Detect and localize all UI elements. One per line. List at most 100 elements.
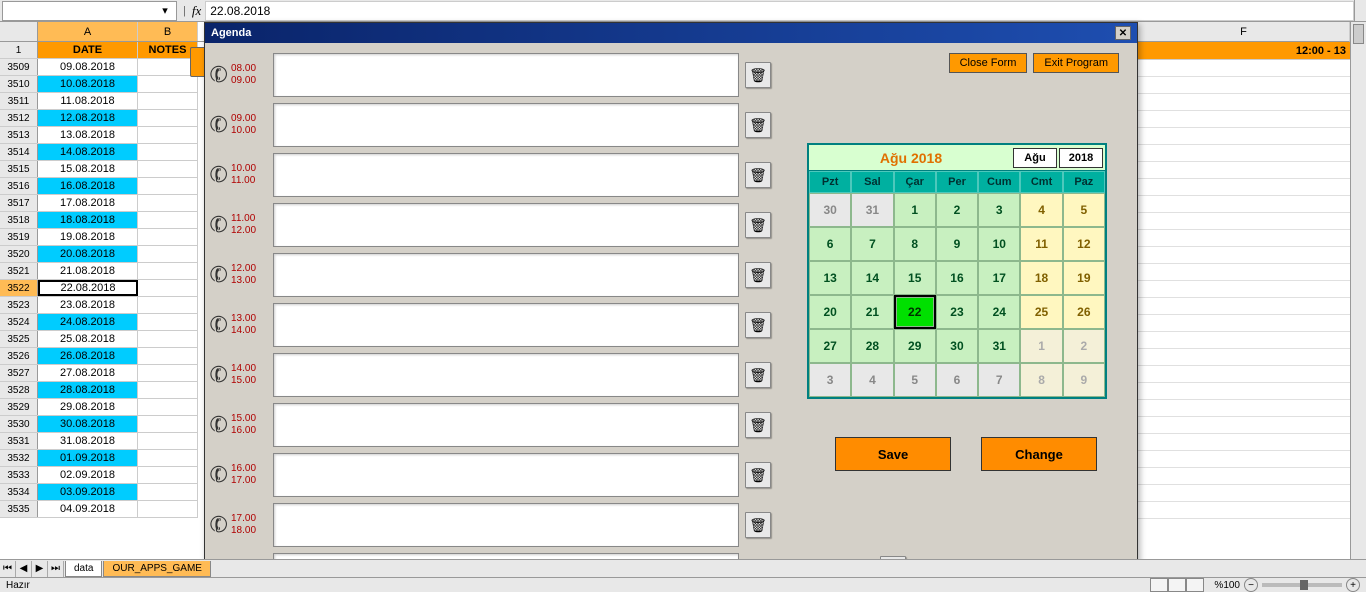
row-header[interactable]: 3527 bbox=[0, 365, 38, 381]
date-cell[interactable]: 16.08.2018 bbox=[38, 178, 138, 194]
row-header[interactable]: 3520 bbox=[0, 246, 38, 262]
notes-cell[interactable] bbox=[138, 484, 198, 500]
calendar-day[interactable]: 26 bbox=[1063, 295, 1105, 329]
slot-input[interactable] bbox=[273, 453, 739, 497]
tab-nav-first-icon[interactable]: ⏮ bbox=[0, 561, 16, 577]
change-button[interactable]: Change bbox=[981, 437, 1097, 471]
cell[interactable] bbox=[1138, 247, 1350, 264]
calendar-day[interactable]: 31 bbox=[978, 329, 1020, 363]
header-f-cell[interactable]: 12:00 - 13 bbox=[1138, 42, 1350, 60]
calendar-day[interactable]: 3 bbox=[809, 363, 851, 397]
trash-icon[interactable]: 🗑 bbox=[745, 112, 771, 138]
cell[interactable] bbox=[1138, 196, 1350, 213]
date-cell[interactable]: 29.08.2018 bbox=[38, 399, 138, 415]
calendar-day[interactable]: 30 bbox=[809, 193, 851, 227]
trash-icon[interactable]: 🗑 bbox=[745, 312, 771, 338]
date-cell[interactable]: 19.08.2018 bbox=[38, 229, 138, 245]
calendar-day[interactable]: 13 bbox=[809, 261, 851, 295]
date-cell[interactable]: 03.09.2018 bbox=[38, 484, 138, 500]
cell[interactable] bbox=[1138, 60, 1350, 77]
date-cell[interactable]: 25.08.2018 bbox=[38, 331, 138, 347]
cell[interactable] bbox=[1138, 162, 1350, 179]
date-cell[interactable]: 24.08.2018 bbox=[38, 314, 138, 330]
slot-input[interactable] bbox=[273, 353, 739, 397]
row-header[interactable]: 3530 bbox=[0, 416, 38, 432]
tab-nav-last-icon[interactable]: ⏭ bbox=[48, 561, 64, 577]
cell[interactable] bbox=[1138, 128, 1350, 145]
col-header-F[interactable]: F bbox=[1138, 22, 1350, 42]
cell[interactable] bbox=[1138, 468, 1350, 485]
calendar-day[interactable]: 19 bbox=[1063, 261, 1105, 295]
calendar-day[interactable]: 25 bbox=[1020, 295, 1062, 329]
notes-cell[interactable] bbox=[138, 399, 198, 415]
calendar-day[interactable]: 20 bbox=[809, 295, 851, 329]
notes-cell[interactable] bbox=[138, 195, 198, 211]
notes-cell[interactable] bbox=[138, 433, 198, 449]
exit-program-button[interactable]: Exit Program bbox=[1033, 53, 1119, 73]
date-cell[interactable]: 04.09.2018 bbox=[38, 501, 138, 517]
notes-cell[interactable] bbox=[138, 263, 198, 279]
calendar-day[interactable]: 23 bbox=[936, 295, 978, 329]
calendar-day[interactable]: 2 bbox=[936, 193, 978, 227]
calendar-day[interactable]: 7 bbox=[851, 227, 893, 261]
row-header[interactable]: 3524 bbox=[0, 314, 38, 330]
date-cell[interactable]: 09.08.2018 bbox=[38, 59, 138, 75]
slot-input[interactable] bbox=[273, 403, 739, 447]
notes-cell[interactable] bbox=[138, 59, 198, 75]
row-header[interactable]: 3517 bbox=[0, 195, 38, 211]
notes-cell[interactable] bbox=[138, 501, 198, 517]
save-button[interactable]: Save bbox=[835, 437, 951, 471]
calendar-day[interactable]: 2 bbox=[1063, 329, 1105, 363]
date-cell[interactable]: 26.08.2018 bbox=[38, 348, 138, 364]
date-cell[interactable]: 18.08.2018 bbox=[38, 212, 138, 228]
row-header[interactable]: 3526 bbox=[0, 348, 38, 364]
calendar-day[interactable]: 8 bbox=[894, 227, 936, 261]
zoom-handle[interactable] bbox=[1300, 580, 1308, 590]
row-header[interactable]: 3510 bbox=[0, 76, 38, 92]
cell[interactable] bbox=[1138, 298, 1350, 315]
row-header[interactable]: 3509 bbox=[0, 59, 38, 75]
cell[interactable] bbox=[1138, 485, 1350, 502]
row-header[interactable]: 3521 bbox=[0, 263, 38, 279]
cell[interactable] bbox=[1138, 366, 1350, 383]
agenda-titlebar[interactable]: Agenda ✕ bbox=[205, 23, 1137, 43]
notes-cell[interactable] bbox=[138, 382, 198, 398]
notes-cell[interactable] bbox=[138, 93, 198, 109]
tab-our-apps[interactable]: OUR_APPS_GAME bbox=[103, 561, 210, 577]
row-header[interactable]: 3523 bbox=[0, 297, 38, 313]
date-cell[interactable]: 14.08.2018 bbox=[38, 144, 138, 160]
header-date[interactable]: DATE bbox=[38, 42, 138, 58]
cell[interactable] bbox=[1138, 315, 1350, 332]
calendar-day[interactable]: 5 bbox=[1063, 193, 1105, 227]
row-header[interactable]: 3531 bbox=[0, 433, 38, 449]
row-header[interactable]: 3533 bbox=[0, 467, 38, 483]
date-cell[interactable]: 30.08.2018 bbox=[38, 416, 138, 432]
row-header[interactable]: 3514 bbox=[0, 144, 38, 160]
calendar-day[interactable]: 8 bbox=[1020, 363, 1062, 397]
calendar-day[interactable]: 9 bbox=[936, 227, 978, 261]
trash-icon[interactable]: 🗑 bbox=[745, 162, 771, 188]
cell[interactable] bbox=[1138, 213, 1350, 230]
year-select[interactable] bbox=[1059, 148, 1103, 168]
row-header[interactable]: 3518 bbox=[0, 212, 38, 228]
close-icon[interactable]: ✕ bbox=[1115, 26, 1131, 40]
trash-icon[interactable]: 🗑 bbox=[745, 212, 771, 238]
row-header[interactable]: 3512 bbox=[0, 110, 38, 126]
slot-input[interactable] bbox=[273, 253, 739, 297]
month-select[interactable] bbox=[1013, 148, 1057, 168]
date-cell[interactable]: 22.08.2018 bbox=[38, 280, 138, 296]
row-header[interactable]: 3511 bbox=[0, 93, 38, 109]
cell[interactable] bbox=[1138, 349, 1350, 366]
date-cell[interactable]: 20.08.2018 bbox=[38, 246, 138, 262]
date-cell[interactable]: 31.08.2018 bbox=[38, 433, 138, 449]
date-cell[interactable]: 12.08.2018 bbox=[38, 110, 138, 126]
calendar-day[interactable]: 4 bbox=[851, 363, 893, 397]
date-cell[interactable]: 27.08.2018 bbox=[38, 365, 138, 381]
formula-bar-expand[interactable] bbox=[1354, 0, 1366, 21]
cell[interactable] bbox=[1138, 77, 1350, 94]
calendar-day[interactable]: 12 bbox=[1063, 227, 1105, 261]
calendar-day[interactable]: 7 bbox=[978, 363, 1020, 397]
calendar-day[interactable]: 15 bbox=[894, 261, 936, 295]
fx-label[interactable]: fx bbox=[192, 3, 201, 19]
notes-cell[interactable] bbox=[138, 76, 198, 92]
